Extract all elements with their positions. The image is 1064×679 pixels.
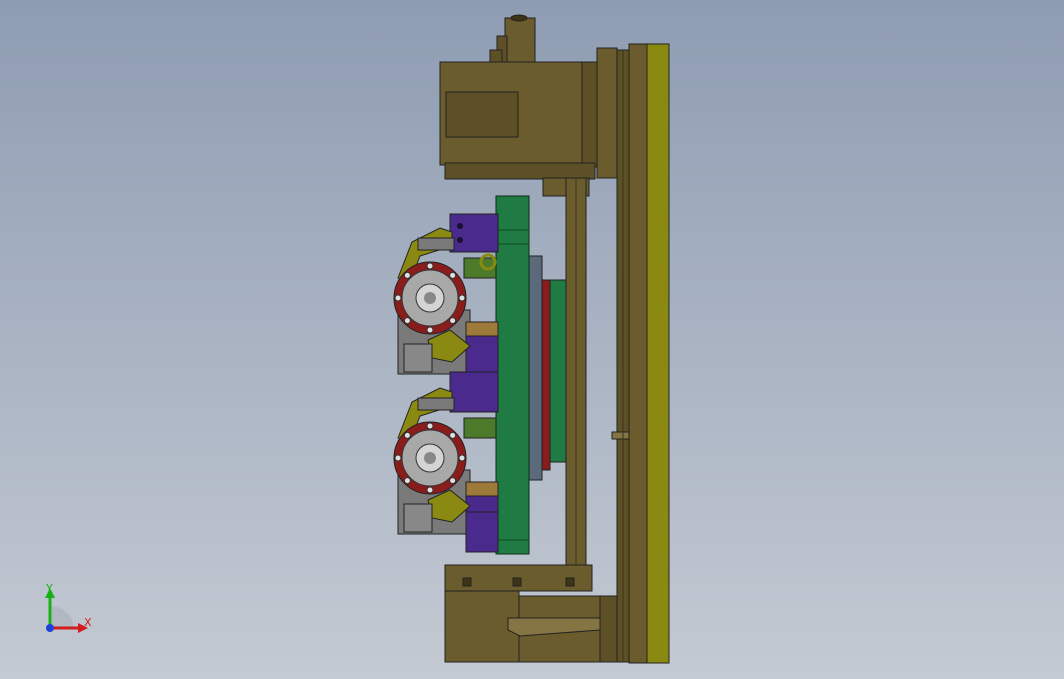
bottom-actuator-housing[interactable] bbox=[444, 564, 618, 663]
flange-bolt bbox=[449, 271, 457, 279]
flange-bolt bbox=[426, 486, 434, 494]
flange-bolt bbox=[403, 271, 411, 279]
flange-bolt bbox=[426, 422, 434, 430]
bronze-back-plate bbox=[628, 43, 648, 664]
flange-bolt bbox=[458, 294, 466, 302]
flange-bolt bbox=[426, 262, 434, 270]
y-axis-label: Y bbox=[45, 582, 53, 595]
flange-bolt bbox=[449, 317, 457, 325]
green-fixture-plate[interactable] bbox=[495, 195, 530, 555]
flange-bolt bbox=[403, 431, 411, 439]
top-shaft-cap bbox=[504, 17, 536, 63]
flange-bolt bbox=[403, 317, 411, 325]
flange-bolt bbox=[394, 454, 402, 462]
vertical-column[interactable] bbox=[565, 177, 587, 569]
locating-pin bbox=[611, 431, 630, 440]
flange-bolt bbox=[426, 326, 434, 334]
cad-viewport[interactable]: Y X bbox=[0, 0, 1064, 679]
fixture-assembly-drawing: Y X bbox=[0, 0, 1064, 679]
flange-bolt bbox=[449, 477, 457, 485]
olive-base-plate bbox=[646, 43, 670, 664]
top-housing-window bbox=[445, 91, 519, 138]
flange-bolt bbox=[403, 477, 411, 485]
x-axis-label: X bbox=[84, 616, 92, 629]
flange-bolt bbox=[458, 454, 466, 462]
mounting-plate[interactable] bbox=[527, 255, 567, 481]
purple-cylinder bbox=[449, 213, 499, 253]
flange-bolt bbox=[394, 294, 402, 302]
z-axis-dot bbox=[46, 624, 54, 632]
flange-bolt bbox=[449, 431, 457, 439]
base-plate-assembly[interactable] bbox=[611, 43, 670, 664]
